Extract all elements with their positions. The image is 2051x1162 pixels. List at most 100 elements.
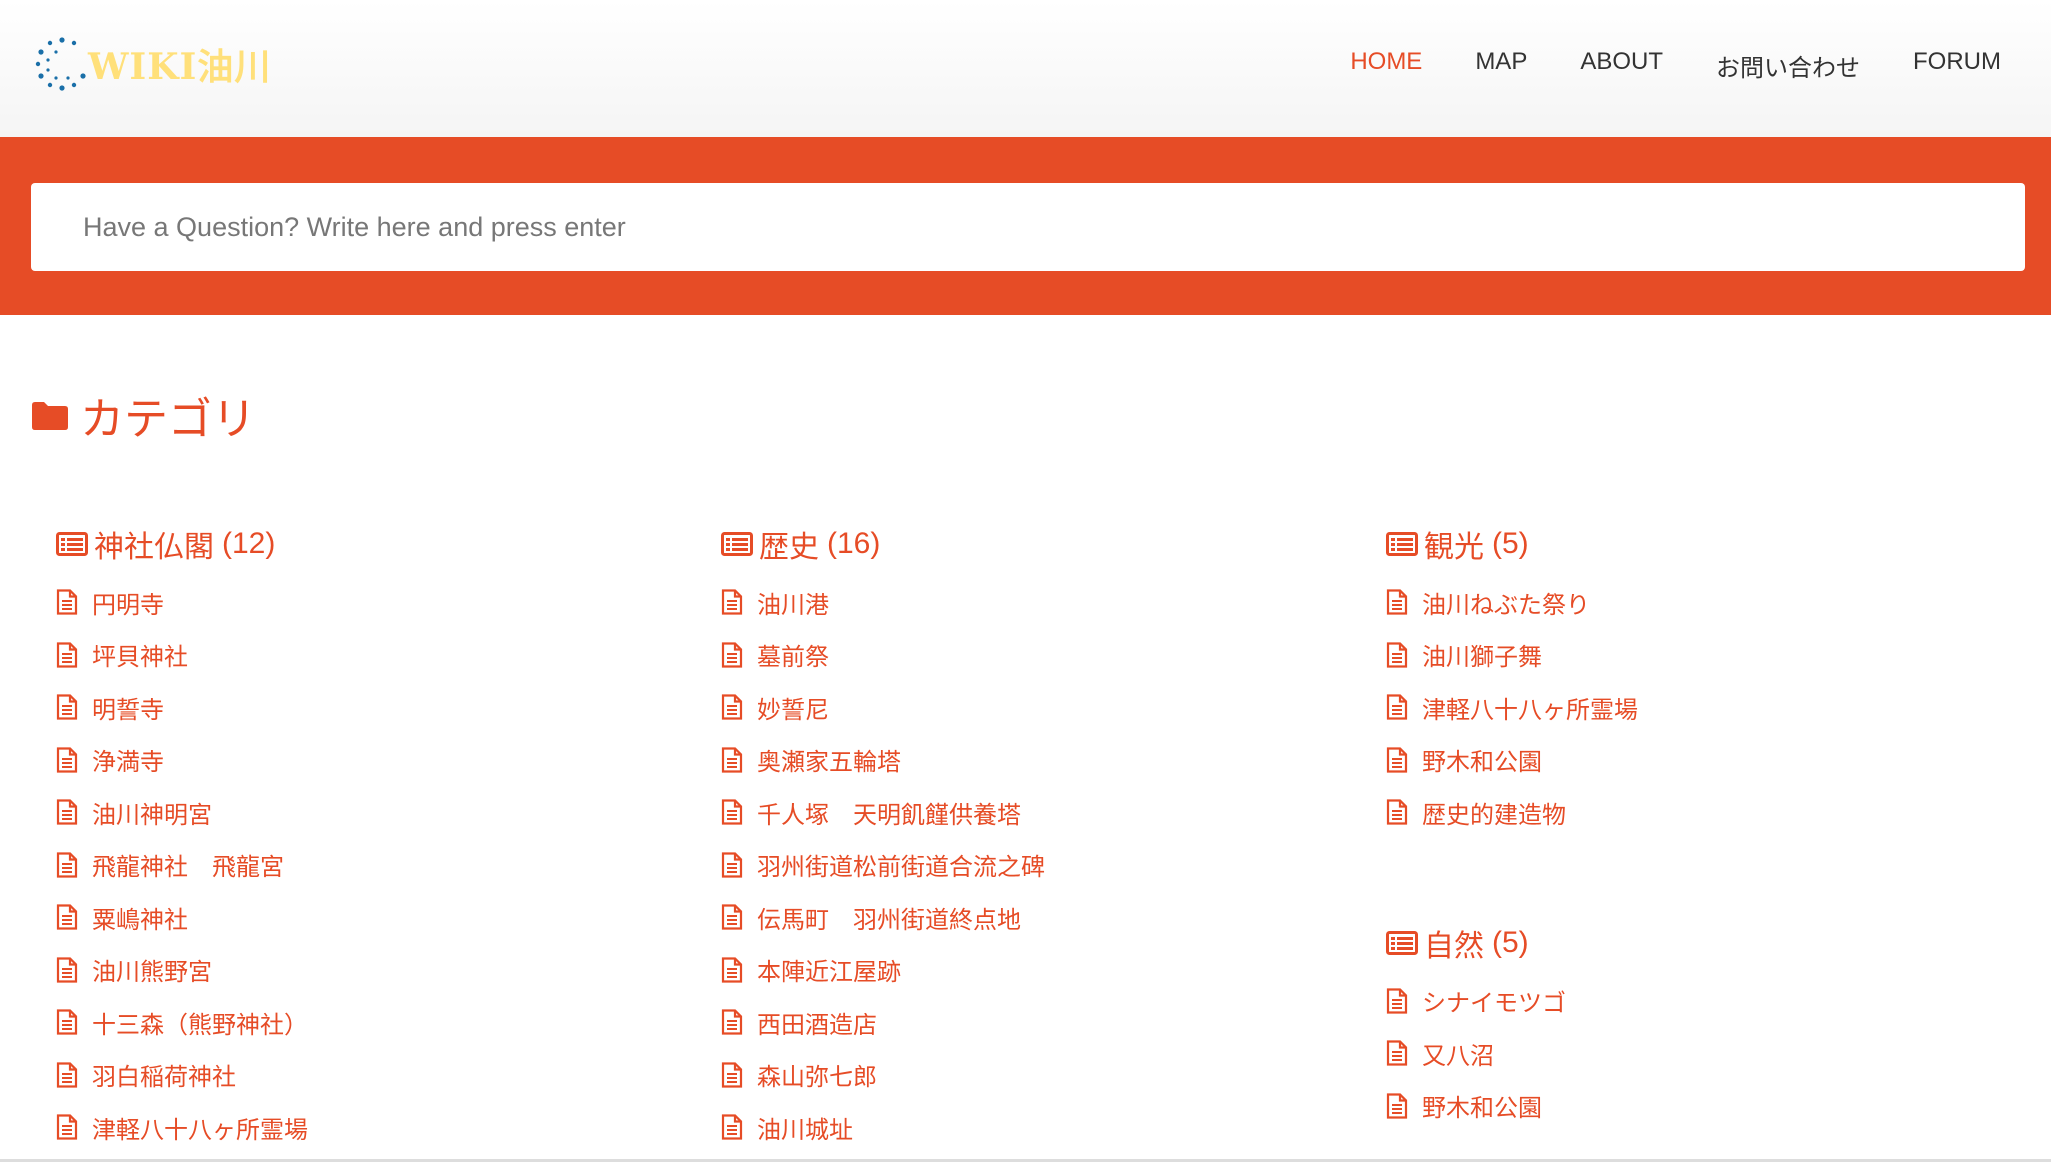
item-label: 浄満寺 [92, 748, 164, 777]
document-icon [721, 852, 743, 878]
list-item[interactable]: 粟嶋神社 [56, 891, 656, 944]
document-icon [721, 799, 743, 825]
logo-dots-icon [30, 32, 94, 96]
list-item[interactable]: 西田酒造店 [721, 996, 1321, 1049]
list-item[interactable]: 津軽八十八ヶ所霊場 [1386, 681, 1986, 734]
site-logo[interactable]: WIKI油川 [30, 28, 280, 100]
list-item[interactable]: 油川城址 [721, 1101, 1321, 1154]
document-icon [56, 957, 78, 983]
list-item[interactable]: 野木和公園 [1386, 734, 1986, 787]
category-section: 神社仏閣 (12) 円明寺 坪貝神社 明誓寺 浄満寺 油川神明宮 飛龍神社 飛龍… [56, 520, 656, 1154]
document-icon [1386, 589, 1408, 615]
category-section: 観光 (5) 油川ねぶた祭り 油川獅子舞 津軽八十八ヶ所霊場 野木和公園 歴史的… [1386, 520, 1986, 839]
folder-icon [32, 402, 68, 430]
document-icon [721, 694, 743, 720]
categories-title: カテゴリ [80, 394, 256, 445]
list-item[interactable]: 油川ねぶた祭り [1386, 576, 1986, 629]
list-icon [1386, 930, 1418, 955]
logo-text: WIKI油川 [88, 46, 272, 88]
category-name: 歴史 [759, 530, 819, 565]
list-item[interactable]: 本陣近江屋跡 [721, 944, 1321, 997]
document-icon [721, 1009, 743, 1035]
list-item[interactable]: 油川獅子舞 [1386, 629, 1986, 682]
item-label: 奥瀬家五輪塔 [757, 748, 901, 777]
list-item[interactable]: 羽州街道松前街道合流之碑 [721, 839, 1321, 892]
item-label: 又八沼 [1422, 1041, 1494, 1070]
document-icon [56, 852, 78, 878]
category-heading[interactable]: 自然 (5) [1386, 919, 1986, 967]
list-item[interactable]: 又八沼 [1386, 1027, 1986, 1080]
list-item[interactable]: 妙誓尼 [721, 681, 1321, 734]
document-icon [1386, 747, 1408, 773]
item-label: 本陣近江屋跡 [757, 958, 901, 987]
item-label: 油川城址 [757, 1115, 853, 1144]
item-label: 油川獅子舞 [1422, 643, 1542, 672]
list-item[interactable]: 浄満寺 [56, 734, 656, 787]
category-heading[interactable]: 観光 (5) [1386, 520, 1986, 568]
document-icon [721, 642, 743, 668]
list-item[interactable]: 油川港 [721, 576, 1321, 629]
main-nav: HOME MAP ABOUT お問い合わせ FORUM [1297, 48, 2001, 83]
document-icon [56, 1009, 78, 1035]
document-icon [721, 1062, 743, 1088]
list-item[interactable]: シナイモツゴ [1386, 975, 1986, 1028]
list-item[interactable]: 油川神明宮 [56, 786, 656, 839]
item-label: 津軽八十八ヶ所霊場 [1422, 695, 1638, 724]
nav-about[interactable]: ABOUT [1580, 48, 1663, 83]
item-label: 津軽八十八ヶ所霊場 [92, 1115, 308, 1144]
item-label: 油川ねぶた祭り [1422, 590, 1590, 619]
nav-forum[interactable]: FORUM [1913, 48, 2001, 83]
nav-home[interactable]: HOME [1350, 48, 1422, 83]
list-item[interactable]: 伝馬町 羽州街道終点地 [721, 891, 1321, 944]
item-label: 明誓寺 [92, 695, 164, 724]
document-icon [721, 957, 743, 983]
category-section: 歴史 (16) 油川港 墓前祭 妙誓尼 奥瀬家五輪塔 千人塚 天明飢饉供養塔 羽… [721, 520, 1321, 1154]
item-label: 伝馬町 羽州街道終点地 [757, 905, 1021, 934]
list-item[interactable]: 羽白稲荷神社 [56, 1049, 656, 1102]
category-count: (5) [1492, 925, 1529, 959]
category-name: 自然 [1424, 928, 1484, 964]
search-input[interactable] [31, 183, 2025, 271]
category-column-1: 神社仏閣 (12) 円明寺 坪貝神社 明誓寺 浄満寺 油川神明宮 飛龍神社 飛龍… [56, 520, 656, 1154]
list-item[interactable]: 野木和公園 [1386, 1080, 1986, 1133]
list-item[interactable]: 坪貝神社 [56, 629, 656, 682]
list-item[interactable]: 油川熊野宮 [56, 944, 656, 997]
item-label: 羽白稲荷神社 [92, 1063, 236, 1092]
document-icon [721, 1114, 743, 1140]
item-label: 坪貝神社 [92, 643, 188, 672]
list-item[interactable]: 歴史的建造物 [1386, 786, 1986, 839]
item-label: 円明寺 [92, 590, 164, 619]
item-label: 森山弥七郎 [757, 1063, 877, 1092]
document-icon [1386, 1093, 1408, 1119]
list-item[interactable]: 円明寺 [56, 576, 656, 629]
search-band [0, 137, 2051, 315]
category-heading[interactable]: 歴史 (16) [721, 520, 1321, 568]
document-icon [1386, 799, 1408, 825]
list-item[interactable]: 奥瀬家五輪塔 [721, 734, 1321, 787]
list-item[interactable]: 飛龍神社 飛龍宮 [56, 839, 656, 892]
item-label: シナイモツゴ [1422, 989, 1566, 1018]
list-item[interactable]: 津軽八十八ヶ所霊場 [56, 1101, 656, 1154]
list-item[interactable]: 森山弥七郎 [721, 1049, 1321, 1102]
category-count: (5) [1492, 527, 1529, 560]
category-column-3: 観光 (5) 油川ねぶた祭り 油川獅子舞 津軽八十八ヶ所霊場 野木和公園 歴史的… [1386, 520, 1986, 1132]
item-label: 油川港 [757, 590, 829, 619]
item-label: 千人塚 天明飢饉供養塔 [757, 800, 1021, 829]
list-item[interactable]: 十三森（熊野神社） [56, 996, 656, 1049]
category-heading[interactable]: 神社仏閣 (12) [56, 520, 656, 568]
nav-map[interactable]: MAP [1475, 48, 1527, 83]
document-icon [1386, 694, 1408, 720]
list-item[interactable]: 千人塚 天明飢饉供養塔 [721, 786, 1321, 839]
nav-contact[interactable]: お問い合わせ [1716, 48, 1860, 83]
document-icon [721, 904, 743, 930]
document-icon [56, 1062, 78, 1088]
list-item[interactable]: 墓前祭 [721, 629, 1321, 682]
document-icon [56, 589, 78, 615]
list-item[interactable]: 明誓寺 [56, 681, 656, 734]
item-label: 羽州街道松前街道合流之碑 [757, 853, 1045, 882]
document-icon [1386, 988, 1408, 1014]
item-label: 墓前祭 [757, 643, 829, 672]
document-icon [56, 1114, 78, 1140]
document-icon [56, 904, 78, 930]
